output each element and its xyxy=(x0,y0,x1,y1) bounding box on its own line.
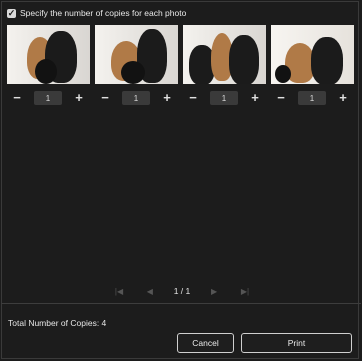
photo-thumbnail[interactable] xyxy=(7,25,90,84)
photo-card: − 1 + xyxy=(183,25,266,105)
decrease-copies-button[interactable]: − xyxy=(185,90,201,106)
photo-card: − 1 + xyxy=(271,25,354,105)
previous-page-icon[interactable]: ◀ xyxy=(143,287,157,296)
copies-input[interactable]: 1 xyxy=(210,91,238,105)
copies-input[interactable]: 1 xyxy=(122,91,150,105)
footer-divider xyxy=(1,303,361,304)
photo-thumbnail[interactable] xyxy=(183,25,266,84)
decrease-copies-button[interactable]: − xyxy=(273,90,289,106)
copies-stepper: − 1 + xyxy=(271,90,354,106)
last-page-icon[interactable]: ▶| xyxy=(238,287,252,296)
photo-card: − 1 + xyxy=(7,25,90,105)
copies-stepper: − 1 + xyxy=(7,90,90,106)
increase-copies-button[interactable]: + xyxy=(335,90,351,106)
increase-copies-button[interactable]: + xyxy=(159,90,175,106)
decrease-copies-button[interactable]: − xyxy=(97,90,113,106)
cancel-button[interactable]: Cancel xyxy=(177,333,234,353)
photo-thumbnail[interactable] xyxy=(95,25,178,84)
photo-thumbnail[interactable] xyxy=(271,25,354,84)
specify-copies-checkbox[interactable]: ✓ xyxy=(7,8,16,18)
specify-copies-option[interactable]: ✓ Specify the number of copies for each … xyxy=(7,8,186,18)
first-page-icon[interactable]: |◀ xyxy=(112,287,126,296)
decrease-copies-button[interactable]: − xyxy=(9,90,25,106)
photo-card: − 1 + xyxy=(95,25,178,105)
next-page-icon[interactable]: ▶ xyxy=(207,287,221,296)
page-navigator: |◀ ◀ 1 / 1 ▶ ▶| xyxy=(112,285,252,297)
specify-copies-label: Specify the number of copies for each ph… xyxy=(20,8,187,18)
total-copies-label: Total Number of Copies: 4 xyxy=(8,318,107,328)
copies-stepper: − 1 + xyxy=(183,90,266,106)
increase-copies-button[interactable]: + xyxy=(71,90,87,106)
page-indicator: 1 / 1 xyxy=(173,286,191,296)
copies-input[interactable]: 1 xyxy=(34,91,62,105)
increase-copies-button[interactable]: + xyxy=(247,90,263,106)
copies-stepper: − 1 + xyxy=(95,90,178,106)
print-button[interactable]: Print xyxy=(241,333,352,353)
copies-input[interactable]: 1 xyxy=(298,91,326,105)
